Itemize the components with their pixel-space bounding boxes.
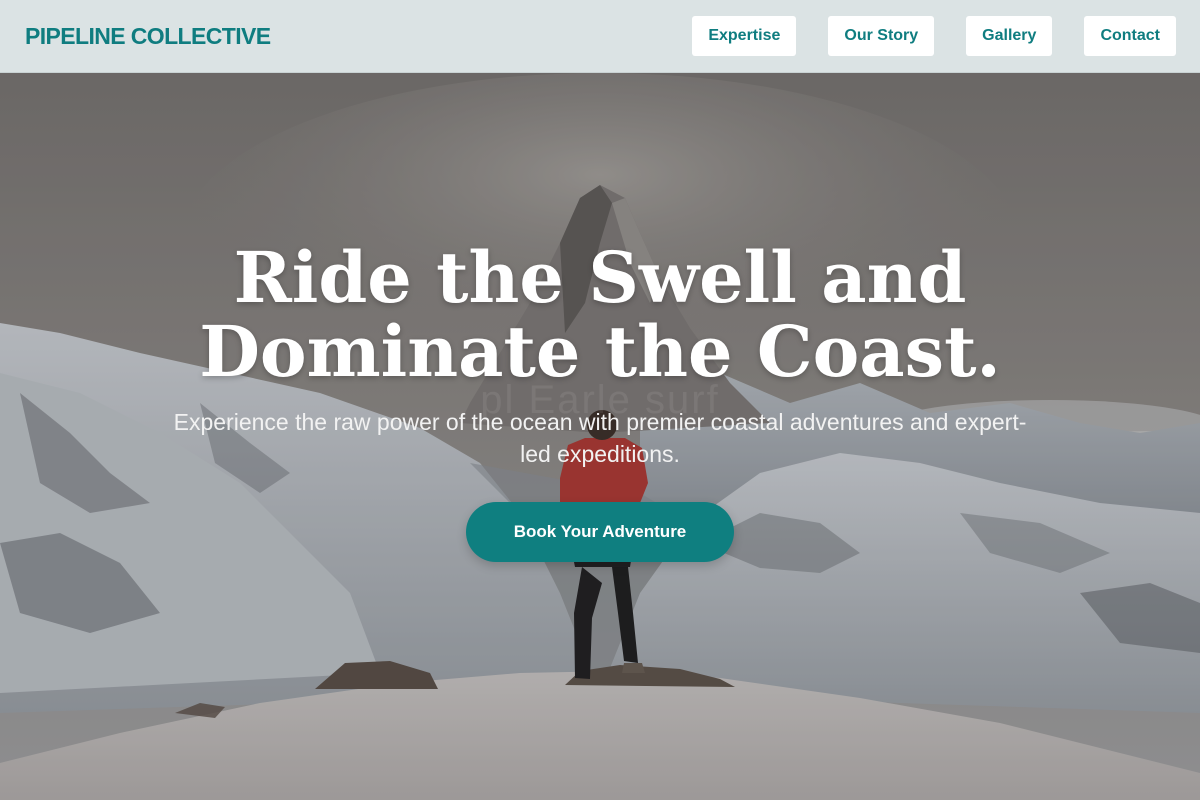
nav-contact-button[interactable]: Contact	[1084, 16, 1176, 56]
hero-title: Ride the Swell and Dominate the Coast.	[150, 241, 1050, 389]
site-header: PIPELINE COLLECTIVE Expertise Our Story …	[0, 0, 1200, 73]
nav-our-story-button[interactable]: Our Story	[828, 16, 935, 56]
hero-title-line2: Dominate the Coast.	[199, 310, 1001, 393]
nav-expertise-button[interactable]: Expertise	[692, 16, 797, 56]
main-nav: Expertise Our Story Gallery Contact	[692, 16, 1176, 56]
brand-logo[interactable]: PIPELINE COLLECTIVE	[25, 23, 271, 50]
hero-title-line1: Ride the Swell and	[233, 236, 967, 319]
book-adventure-button[interactable]: Book Your Adventure	[466, 502, 734, 562]
hero-section: pl Earle surf Ride the Swell and Dominat…	[0, 73, 1200, 800]
hero-subtitle: Experience the raw power of the ocean wi…	[173, 409, 1027, 467]
nav-gallery-button[interactable]: Gallery	[966, 16, 1053, 56]
